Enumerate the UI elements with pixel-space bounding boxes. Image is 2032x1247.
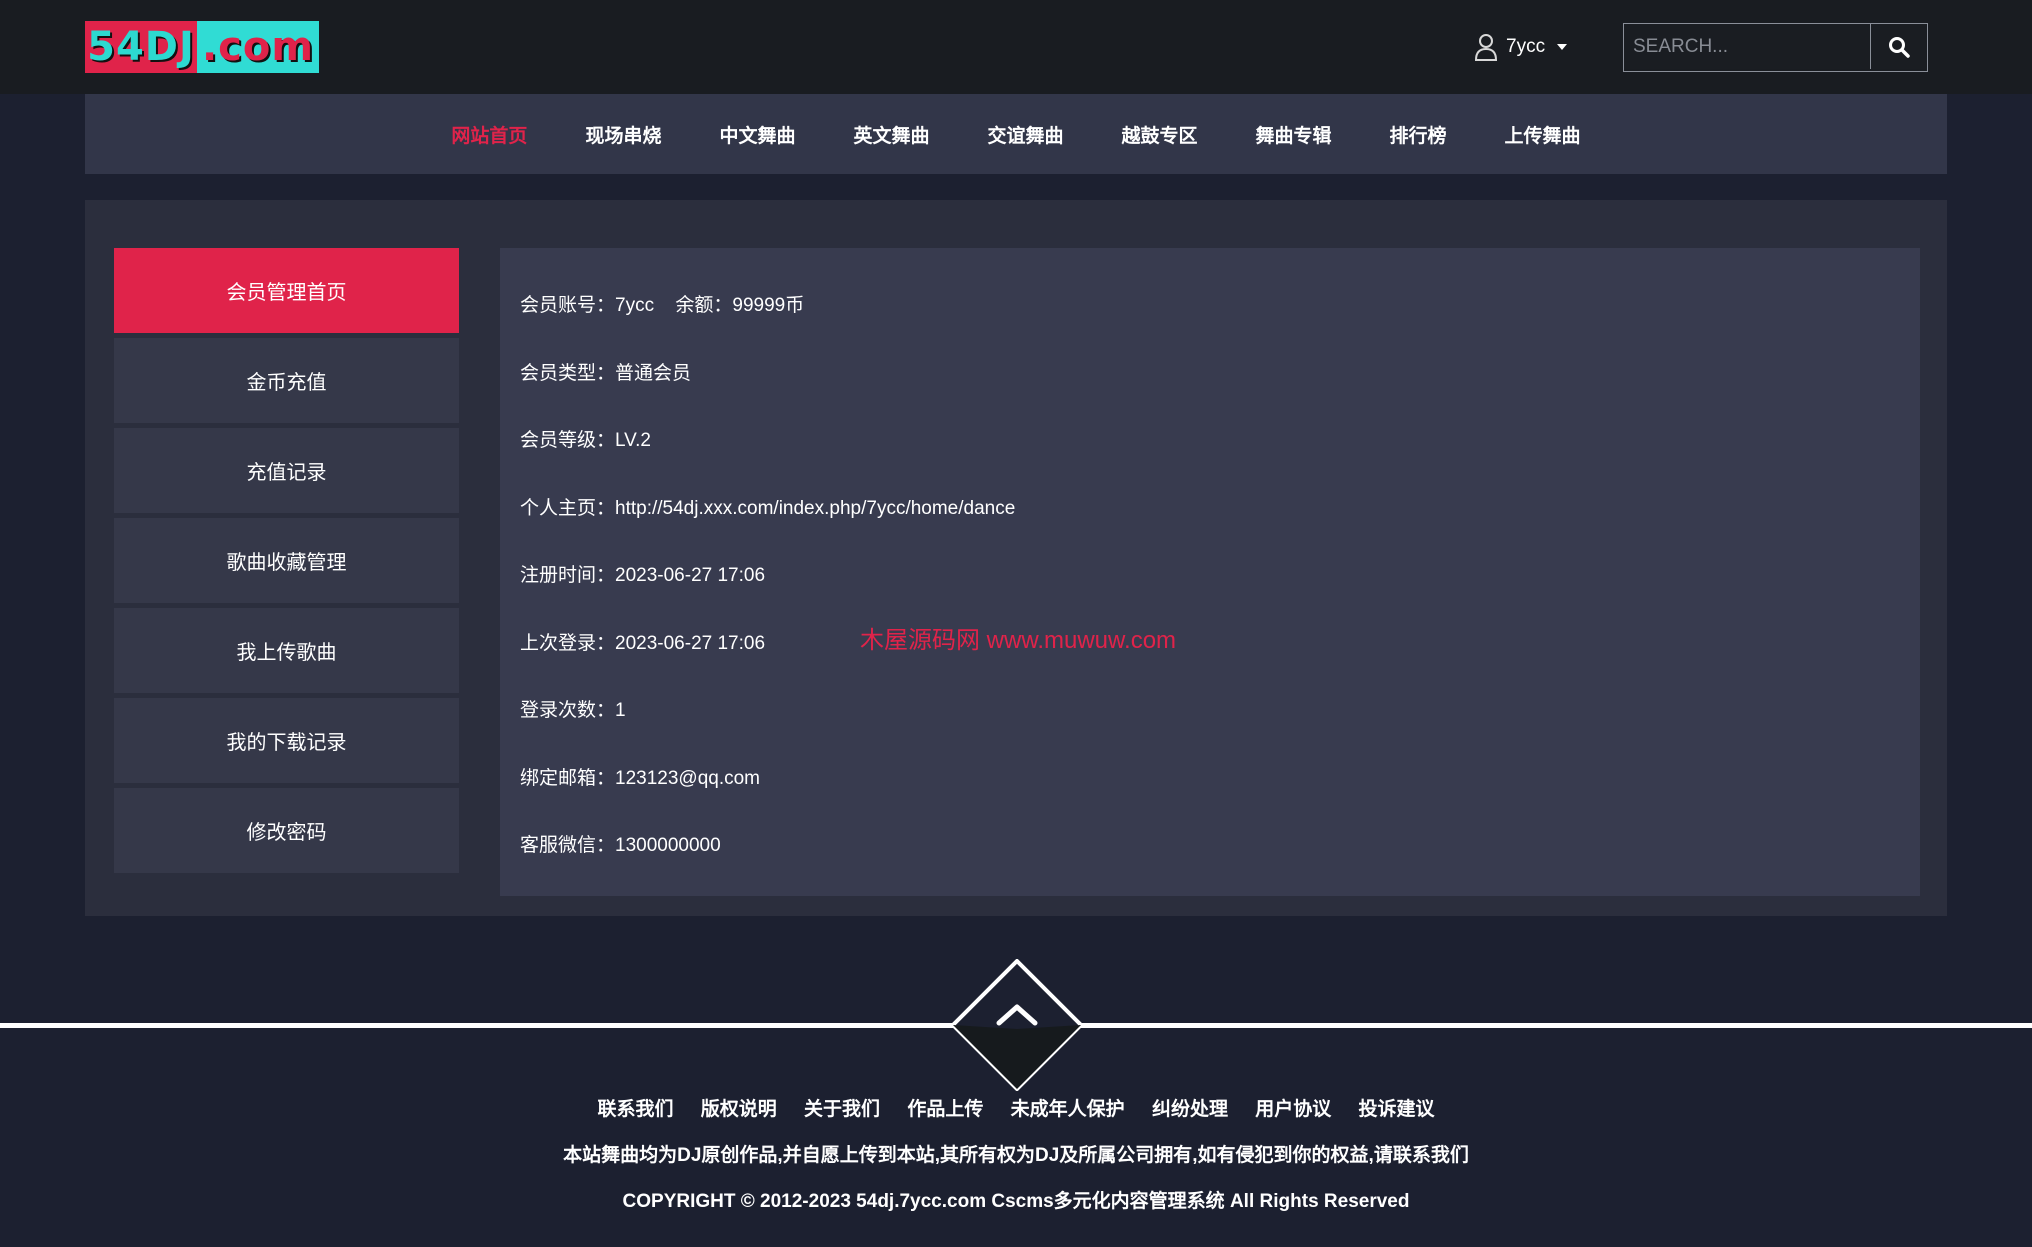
nav-item-english-dance[interactable]: 英文舞曲	[853, 121, 929, 148]
sidebar-item-change-password[interactable]: 修改密码	[114, 788, 459, 873]
footer-link-about[interactable]: 关于我们	[804, 1099, 880, 1120]
footer-link-upload[interactable]: 作品上传	[907, 1099, 983, 1120]
member-panel: 会员管理首页 金币充值 充值记录 歌曲收藏管理 我上传歌曲 我的下载记录 修改密…	[85, 200, 1947, 916]
footer-link-agreement[interactable]: 用户协议	[1255, 1099, 1331, 1120]
homepage-label: 个人主页：	[520, 498, 616, 519]
email-value: 123123@qq.com	[615, 768, 761, 789]
sidebar-item-member-home[interactable]: 会员管理首页	[114, 248, 459, 333]
wechat-value: 1300000000	[615, 835, 721, 856]
register-value: 2023-06-27 17:06	[615, 565, 766, 586]
register-label: 注册时间：	[520, 565, 616, 586]
wechat-row: 客服微信：1300000000	[520, 830, 721, 857]
homepage-row: 个人主页：http://54dj.xxx.com/index.php/7ycc/…	[520, 493, 1015, 520]
top-header: 54DJ .com 7ycc	[0, 0, 2032, 94]
email-label: 绑定邮箱：	[520, 768, 616, 789]
nav-item-albums[interactable]: 舞曲专辑	[1256, 121, 1332, 148]
member-info-card: 会员账号：7ycc 余额：99999币 会员类型：普通会员 会员等级：LV.2 …	[500, 248, 1920, 896]
account-label: 会员账号：	[520, 295, 616, 316]
level-value: LV.2	[615, 430, 651, 451]
last-login-value: 2023-06-27 17:06	[615, 633, 766, 654]
type-value: 普通会员	[615, 363, 692, 384]
sidebar-item-favorites[interactable]: 歌曲收藏管理	[114, 518, 459, 603]
search-button[interactable]	[1871, 24, 1926, 69]
balance-label: 余额：	[675, 295, 733, 316]
nav-item-chinese-dance[interactable]: 中文舞曲	[719, 121, 795, 148]
type-label: 会员类型：	[520, 363, 616, 384]
nav-item-ranking[interactable]: 排行榜	[1390, 121, 1447, 148]
homepage-link[interactable]: http://54dj.xxx.com/index.php/7ycc/home/…	[615, 498, 1015, 519]
sidebar-item-my-uploads[interactable]: 我上传歌曲	[114, 608, 459, 693]
footer-copyright: COPYRIGHT © 2012-2023 54dj.7ycc.com Cscm…	[622, 1191, 1410, 1212]
login-count-row: 登录次数：1	[520, 695, 626, 722]
login-count-value: 1	[615, 700, 626, 721]
sidebar-item-downloads[interactable]: 我的下载记录	[114, 698, 459, 783]
logo-text-left: 54DJ	[85, 21, 197, 73]
footer-link-disputes[interactable]: 纠纷处理	[1152, 1099, 1228, 1120]
footer-disclaimer: 本站舞曲均为DJ原创作品,并自愿上传到本站,其所有权为DJ及所属公司拥有,如有侵…	[563, 1145, 1469, 1166]
nav-item-upload[interactable]: 上传舞曲	[1505, 121, 1581, 148]
search-input[interactable]	[1624, 24, 1871, 69]
last-login-row: 上次登录：2023-06-27 17:06	[520, 628, 765, 655]
nav-item-vietnam-drum[interactable]: 越鼓专区	[1122, 121, 1198, 148]
footer-link-complaints[interactable]: 投诉建议	[1359, 1099, 1435, 1120]
register-row: 注册时间：2023-06-27 17:06	[520, 560, 765, 587]
account-row: 会员账号：7ycc 余额：99999币	[520, 290, 804, 317]
search-icon	[1888, 36, 1910, 58]
search-box	[1623, 23, 1928, 72]
back-to-top-button[interactable]	[951, 959, 1083, 1091]
email-row: 绑定邮箱：123123@qq.com	[520, 763, 760, 790]
level-row: 会员等级：LV.2	[520, 425, 651, 452]
user-icon	[1474, 34, 1498, 61]
watermark-text: 木屋源码网 www.muwuw.com	[860, 627, 1177, 654]
level-label: 会员等级：	[520, 430, 616, 451]
nav-item-ballroom[interactable]: 交谊舞曲	[987, 121, 1063, 148]
member-sidebar: 会员管理首页 金币充值 充值记录 歌曲收藏管理 我上传歌曲 我的下载记录 修改密…	[114, 248, 459, 878]
last-login-label: 上次登录：	[520, 633, 616, 654]
main-nav: 网站首页 现场串烧 中文舞曲 英文舞曲 交谊舞曲 越鼓专区 舞曲专辑 排行榜 上…	[85, 94, 1947, 174]
footer-link-contact[interactable]: 联系我们	[597, 1099, 673, 1120]
username: 7ycc	[1506, 36, 1546, 57]
nav-item-live-mix[interactable]: 现场串烧	[585, 121, 661, 148]
footer-link-minor-protection[interactable]: 未成年人保护	[1011, 1099, 1125, 1120]
account-value: 7ycc	[615, 295, 655, 316]
logo-text-right: .com	[197, 21, 319, 73]
footer-link-copyright[interactable]: 版权说明	[701, 1099, 777, 1120]
type-row: 会员类型：普通会员	[520, 358, 691, 385]
nav-item-home[interactable]: 网站首页	[451, 121, 527, 148]
chevron-down-icon	[1557, 44, 1568, 50]
sidebar-item-recharge-history[interactable]: 充值记录	[114, 428, 459, 513]
footer-links: 联系我们 版权说明 关于我们 作品上传 未成年人保护 纠纷处理 用户协议 投诉建…	[0, 1094, 2032, 1121]
login-count-label: 登录次数：	[520, 700, 616, 721]
site-logo[interactable]: 54DJ .com	[85, 21, 319, 73]
sidebar-item-recharge[interactable]: 金币充值	[114, 338, 459, 423]
user-menu[interactable]: 7ycc	[1474, 30, 1568, 64]
balance-value: 99999币	[732, 295, 805, 316]
wechat-label: 客服微信：	[520, 835, 616, 856]
